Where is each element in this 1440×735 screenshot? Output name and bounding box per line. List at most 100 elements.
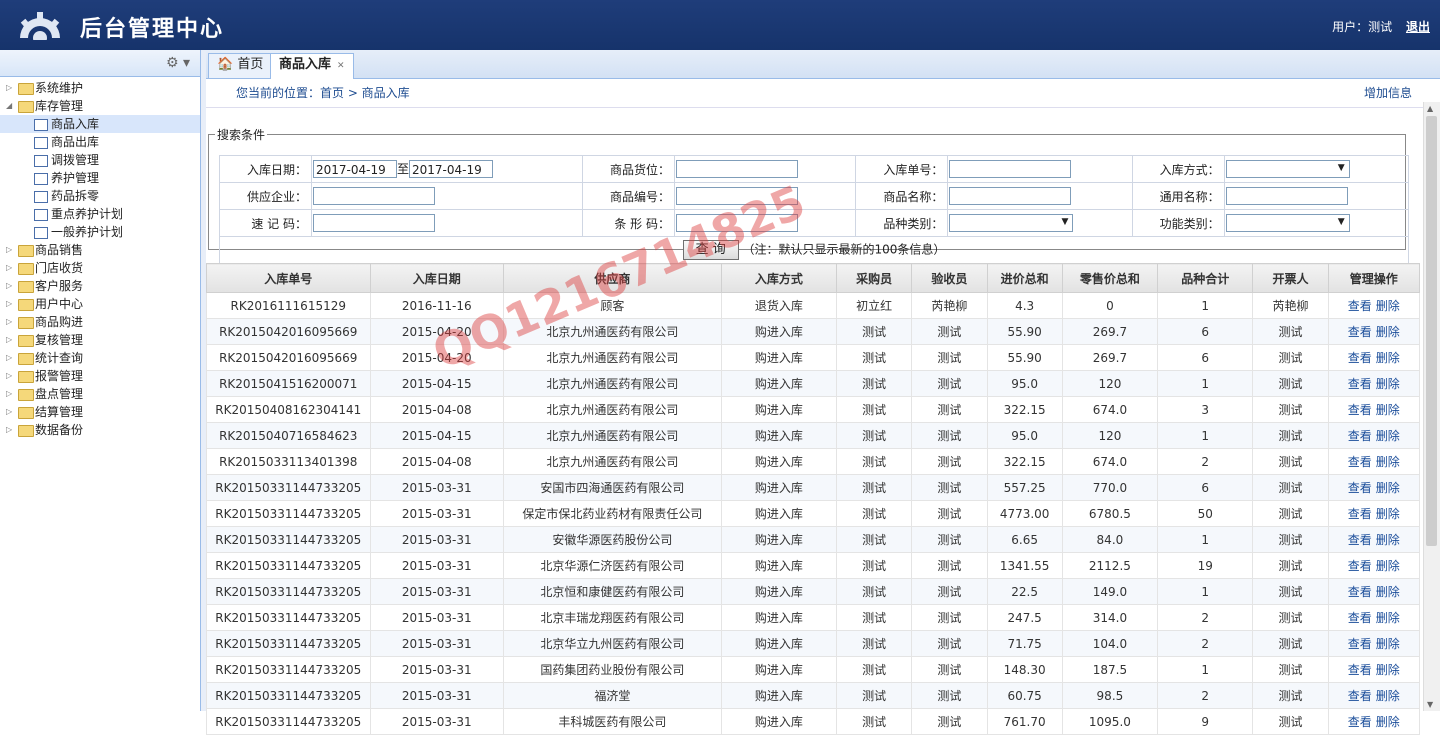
name-input[interactable] [949, 187, 1072, 205]
delete-link[interactable]: 删除 [1376, 351, 1400, 365]
sidebar-item[interactable]: 调拨管理 [0, 151, 200, 169]
sidebar-item[interactable]: ▷ 统计查询 [0, 349, 200, 367]
collapsed-icon[interactable]: ▷ [6, 313, 12, 331]
sidebar-item[interactable]: ▷ 报警管理 [0, 367, 200, 385]
quick-code-input[interactable] [313, 214, 435, 232]
logout-link[interactable]: 退出 [1406, 20, 1430, 34]
table-cell: 6.65 [986, 526, 1063, 553]
add-info-link[interactable]: 增加信息 [1364, 79, 1412, 107]
table-cell: 测试 [836, 656, 913, 683]
sidebar-item[interactable]: 重点养护计划 [0, 205, 200, 223]
kind-select[interactable] [949, 214, 1074, 232]
vertical-scrollbar[interactable]: ▲ ▼ [1423, 102, 1440, 711]
actions-cell: 查看 删除 [1327, 474, 1421, 501]
delete-link[interactable]: 删除 [1376, 585, 1400, 599]
delete-link[interactable]: 删除 [1376, 507, 1400, 521]
order-no-input[interactable] [949, 160, 1072, 178]
collapsed-icon[interactable]: ▷ [6, 367, 12, 385]
delete-link[interactable]: 删除 [1376, 325, 1400, 339]
table-cell: 测试 [836, 604, 913, 631]
table-cell: 2015-03-31 [369, 630, 504, 657]
delete-link[interactable]: 删除 [1376, 481, 1400, 495]
view-link[interactable]: 查看 [1348, 455, 1372, 469]
collapsed-icon[interactable]: ▷ [6, 331, 12, 349]
delete-link[interactable]: 删除 [1376, 637, 1400, 651]
view-link[interactable]: 查看 [1348, 481, 1372, 495]
view-link[interactable]: 查看 [1348, 429, 1372, 443]
close-icon[interactable]: ✕ [337, 61, 345, 71]
generic-input[interactable] [1225, 187, 1348, 205]
sidebar-item[interactable]: ▷ 系统维护 [0, 79, 200, 97]
function-select[interactable] [1225, 214, 1350, 232]
collapsed-icon[interactable]: ▷ [6, 259, 12, 277]
delete-link[interactable]: 删除 [1376, 559, 1400, 573]
view-link[interactable]: 查看 [1348, 585, 1372, 599]
sidebar-item[interactable]: ▷ 盘点管理 [0, 385, 200, 403]
supplier-input[interactable] [313, 187, 435, 205]
sidebar-item[interactable]: ▷ 门店收货 [0, 259, 200, 277]
sidebar-item[interactable]: ▷ 商品购进 [0, 313, 200, 331]
collapsed-icon[interactable]: ▷ [6, 403, 12, 421]
date-from-input[interactable]: 2017-04-19 [313, 160, 397, 179]
collapsed-icon[interactable]: ▷ [6, 385, 12, 403]
sidebar-item[interactable]: ▷ 商品销售 [0, 241, 200, 259]
view-link[interactable]: 查看 [1348, 611, 1372, 625]
delete-link[interactable]: 删除 [1376, 533, 1400, 547]
gear-icon[interactable]: ⚙ ▾ [166, 55, 190, 71]
collapsed-icon[interactable]: ▷ [6, 79, 12, 97]
sidebar-item[interactable]: ▷ 数据备份 [0, 421, 200, 439]
delete-link[interactable]: 删除 [1376, 377, 1400, 391]
table-cell: 测试 [1252, 396, 1329, 423]
collapsed-icon[interactable]: ▷ [6, 295, 12, 313]
delete-link[interactable]: 删除 [1376, 299, 1400, 313]
view-link[interactable]: 查看 [1348, 533, 1372, 547]
delete-link[interactable]: 删除 [1376, 403, 1400, 417]
date-to-input[interactable]: 2017-04-19 [409, 160, 494, 179]
tab-home[interactable]: 🏠 首页 [208, 53, 273, 78]
query-button[interactable]: 查 询 [682, 240, 739, 260]
collapsed-icon[interactable]: ▷ [6, 349, 12, 367]
view-link[interactable]: 查看 [1348, 663, 1372, 677]
sidebar-item[interactable]: ▷ 结算管理 [0, 403, 200, 421]
delete-link[interactable]: 删除 [1376, 611, 1400, 625]
barcode-input[interactable] [676, 214, 798, 232]
view-link[interactable]: 查看 [1348, 689, 1372, 703]
view-link[interactable]: 查看 [1348, 403, 1372, 417]
scroll-down-icon[interactable]: ▼ [1427, 700, 1433, 709]
delete-link[interactable]: 删除 [1376, 715, 1400, 729]
sidebar-item[interactable]: ◢ 库存管理 [0, 97, 200, 115]
delete-link[interactable]: 删除 [1376, 429, 1400, 443]
view-link[interactable]: 查看 [1348, 637, 1372, 651]
sidebar-item[interactable]: 商品出库 [0, 133, 200, 151]
sidebar-item[interactable]: ▷ 用户中心 [0, 295, 200, 313]
sidebar-item[interactable]: ▷ 复核管理 [0, 331, 200, 349]
table-cell: 557.25 [986, 474, 1063, 501]
table-cell: 71.75 [986, 630, 1063, 657]
sidebar-item[interactable]: 商品入库 [0, 115, 200, 133]
method-select[interactable] [1225, 160, 1350, 178]
view-link[interactable]: 查看 [1348, 377, 1372, 391]
scroll-up-icon[interactable]: ▲ [1427, 104, 1433, 113]
view-link[interactable]: 查看 [1348, 559, 1372, 573]
location-input[interactable] [676, 160, 798, 178]
sidebar-item[interactable]: 药品拆零 [0, 187, 200, 205]
collapsed-icon[interactable]: ▷ [6, 277, 12, 295]
code-input[interactable] [676, 187, 798, 205]
collapsed-icon[interactable]: ▷ [6, 421, 12, 439]
scroll-thumb[interactable] [1426, 116, 1437, 546]
delete-link[interactable]: 删除 [1376, 663, 1400, 677]
view-link[interactable]: 查看 [1348, 715, 1372, 729]
collapsed-icon[interactable]: ▷ [6, 241, 12, 259]
view-link[interactable]: 查看 [1348, 507, 1372, 521]
delete-link[interactable]: 删除 [1376, 455, 1400, 469]
view-link[interactable]: 查看 [1348, 325, 1372, 339]
view-link[interactable]: 查看 [1348, 299, 1372, 313]
sidebar-item[interactable]: 养护管理 [0, 169, 200, 187]
column-header: 入库日期 [369, 263, 504, 293]
sidebar-item[interactable]: 一般养护计划 [0, 223, 200, 241]
expanded-icon[interactable]: ◢ [6, 97, 12, 115]
view-link[interactable]: 查看 [1348, 351, 1372, 365]
delete-link[interactable]: 删除 [1376, 689, 1400, 703]
tab-stock-in[interactable]: 商品入库 ✕ [270, 53, 354, 79]
sidebar-item[interactable]: ▷ 客户服务 [0, 277, 200, 295]
